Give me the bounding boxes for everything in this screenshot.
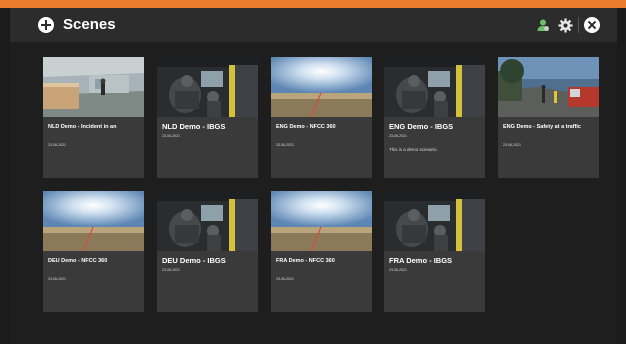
scene-card[interactable]: FRA Demo - NFCC 360 23-06-2021 — [271, 191, 372, 312]
scene-date: 23-06-2021 — [503, 143, 521, 147]
scene-date: 23-06-2021 — [389, 268, 407, 272]
page-title: Scenes — [63, 16, 116, 33]
scene-title: ENG Demo - IBGS — [389, 122, 454, 131]
scene-card[interactable]: DEU Demo - NFCC 360 23-06-2021 — [43, 191, 144, 312]
scene-thumbnail-truck-cabin — [384, 57, 485, 117]
scene-card[interactable]: NLD Demo - Incident in an 23-06-2021 — [43, 57, 144, 178]
scene-date: 23-06-2021 — [48, 143, 66, 147]
add-circle-icon[interactable] — [38, 17, 54, 33]
scene-thumbnail-truck-cabin — [157, 57, 258, 117]
scene-card[interactable]: ENG Demo - NFCC 360 23-06-2021 — [271, 57, 372, 178]
scene-date: 23-06-2021 — [162, 134, 180, 138]
scene-date: 23-06-2021 — [276, 143, 294, 147]
user-icon[interactable] — [535, 17, 551, 33]
scene-thumbnail-sky-horizon — [43, 191, 144, 251]
scene-title: DEU Demo - NFCC 360 — [48, 258, 108, 264]
scene-description: This is a demo scenario. — [389, 147, 438, 152]
scene-thumbnail-sky-horizon — [271, 57, 372, 117]
scene-card[interactable]: DEU Demo - IBGS 23-06-2021 — [157, 191, 258, 312]
scene-card[interactable]: ENG Demo - IBGS 23-06-2021 This is a dem… — [384, 57, 485, 178]
scene-thumbnail-office-room — [43, 57, 144, 117]
scene-thumbnail-traffic-street — [498, 57, 599, 117]
scene-thumbnail-truck-cabin — [384, 191, 485, 251]
scene-date: 23-06-2021 — [48, 277, 66, 281]
scene-date: 23-06-2021 — [389, 134, 407, 138]
scene-date: 23-06-2021 — [162, 268, 180, 272]
scene-title: DEU Demo - IBGS — [162, 256, 226, 265]
scene-title: FRA Demo - IBGS — [389, 256, 453, 265]
scene-title: NLD Demo - Incident in an — [48, 124, 117, 130]
header-bar: Scenes — [10, 8, 617, 42]
scene-title: ENG Demo - NFCC 360 — [276, 124, 336, 130]
accent-bar — [0, 0, 626, 8]
scene-title: ENG Demo - Safety at a traffic — [503, 124, 581, 130]
scene-date: 23-06-2021 — [276, 277, 294, 281]
scene-card[interactable]: ENG Demo - Safety at a traffic 23-06-202… — [498, 57, 599, 178]
scene-thumbnail-sky-horizon — [271, 191, 372, 251]
scene-title: FRA Demo - NFCC 360 — [276, 258, 335, 264]
scene-card[interactable]: FRA Demo - IBGS 23-06-2021 — [384, 191, 485, 312]
close-icon[interactable] — [584, 17, 600, 33]
header-divider — [578, 17, 579, 33]
scene-thumbnail-truck-cabin — [157, 191, 258, 251]
scene-title: NLD Demo - IBGS — [162, 122, 226, 131]
gear-icon[interactable] — [557, 17, 573, 33]
scene-card[interactable]: NLD Demo - IBGS 23-06-2021 — [157, 57, 258, 178]
